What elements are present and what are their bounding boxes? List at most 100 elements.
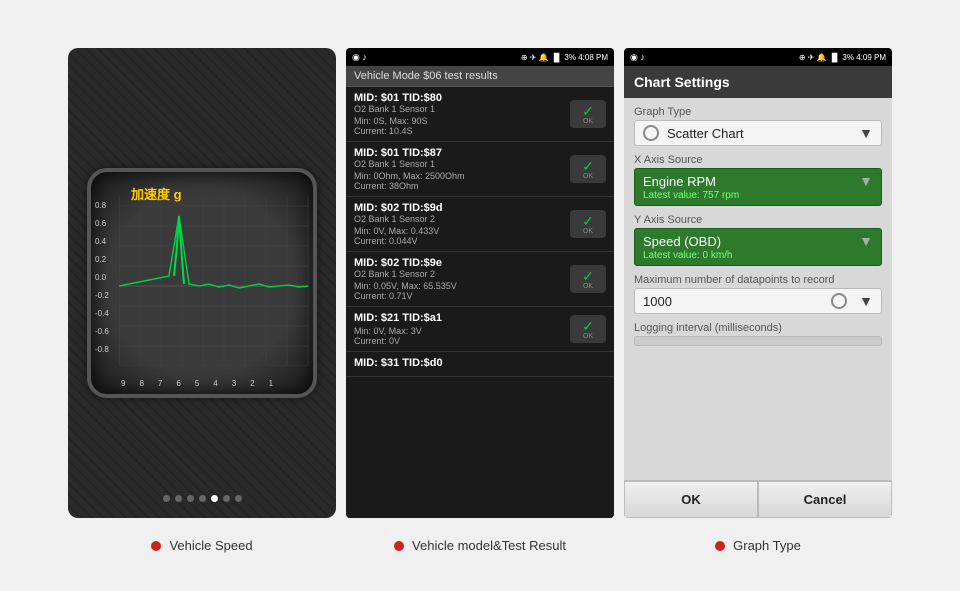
chart-svg — [119, 196, 309, 366]
test-item: MID: $21 TID:$a1 Min: 0V, Max: 3VCurrent… — [346, 307, 614, 352]
test-info: MID: $31 TID:$d0 — [354, 357, 606, 371]
caption-dot-1 — [151, 541, 161, 551]
y-label: 0.0 — [95, 269, 109, 287]
y-label: -0.2 — [95, 287, 109, 305]
y-axis-section: Y Axis Source Speed (OBD) ▼ Latest value… — [634, 214, 882, 266]
page-dot — [235, 495, 242, 502]
ok-badge: ✓ OK — [570, 315, 606, 343]
screen2-header: Vehicle Mode $06 test results — [346, 66, 614, 87]
test-info: MID: $02 TID:$9e O2 Bank 1 Sensor 2 Min:… — [354, 257, 564, 301]
ok-badge: ✓ OK — [570, 265, 606, 293]
ok-text: OK — [583, 228, 593, 235]
x-axis-arrow-icon: ▼ — [859, 173, 873, 189]
test-item: MID: $02 TID:$9e O2 Bank 1 Sensor 2 Min:… — [346, 252, 614, 307]
settings-footer: OK Cancel — [624, 480, 892, 518]
page-dot — [187, 495, 194, 502]
test-mid: MID: $31 TID:$d0 — [354, 357, 606, 369]
y-label: -0.8 — [95, 341, 109, 359]
test-item: MID: $02 TID:$9d O2 Bank 1 Sensor 2 Min:… — [346, 197, 614, 252]
graph-type-value: Scatter Chart — [667, 126, 744, 141]
graph-type-radio[interactable] — [643, 125, 659, 141]
test-results-screen: ◉ ♪ ⊕ ✈ 🔔 ▐▌ 3% 4:08 PM Vehicle Mode $06… — [346, 48, 614, 518]
test-item: MID: $01 TID:$80 O2 Bank 1 Sensor 1 Min:… — [346, 87, 614, 142]
x-axis-label: X Axis Source — [634, 154, 882, 166]
test-sensor: O2 Bank 1 Sensor 1 — [354, 159, 564, 169]
max-datapoints-value: 1000 — [643, 294, 672, 309]
settings-title: Chart Settings — [634, 74, 730, 90]
y-label: -0.6 — [95, 323, 109, 341]
graph-type-section: Graph Type Scatter Chart ▼ — [634, 106, 882, 146]
gauge-widget: 加速度 g 0.8 0.6 0.4 0.2 0.0 -0.2 -0.4 -0.6… — [87, 168, 317, 398]
test-info: MID: $01 TID:$80 O2 Bank 1 Sensor 1 Min:… — [354, 92, 564, 136]
test-mid: MID: $01 TID:$80 — [354, 92, 564, 104]
test-info: MID: $01 TID:$87 O2 Bank 1 Sensor 1 Min:… — [354, 147, 564, 191]
page-dot — [163, 495, 170, 502]
max-datapoints-label: Maximum number of datapoints to record — [634, 274, 882, 286]
dot-indicators — [163, 495, 242, 502]
y-label: 0.4 — [95, 233, 109, 251]
max-datapoints-arrow-icon: ▼ — [859, 293, 873, 309]
cancel-button[interactable]: Cancel — [758, 481, 892, 518]
caption-text-2: Vehicle model&Test Result — [412, 538, 566, 553]
x-label: 6 — [176, 379, 180, 388]
ok-check-icon: ✓ — [582, 159, 594, 173]
ok-badge: ✓ OK — [570, 155, 606, 183]
x-label: 9 — [121, 379, 125, 388]
x-axis-value: Engine RPM — [643, 174, 716, 189]
caption-item-3: Graph Type — [624, 538, 892, 553]
y-axis-labels: 0.8 0.6 0.4 0.2 0.0 -0.2 -0.4 -0.6 -0.8 — [95, 197, 109, 359]
x-label: 8 — [139, 379, 143, 388]
max-datapoints-dropdown[interactable]: 1000 ▼ — [634, 288, 882, 314]
x-label: 3 — [232, 379, 236, 388]
status-bar-right: ⊕ ✈ 🔔 ▐▌ 3% 4:08 PM — [521, 53, 608, 62]
graph-type-dropdown[interactable]: Scatter Chart ▼ — [634, 120, 882, 146]
ok-text: OK — [583, 283, 593, 290]
phone-frame-3: ◉ ♪ ⊕ ✈ 🔔 ▐▌ 3% 4:09 PM Chart Settings G… — [624, 48, 892, 518]
caption-item-1: Vehicle Speed — [68, 538, 336, 553]
x-axis-section: X Axis Source Engine RPM ▼ Latest value:… — [634, 154, 882, 206]
x-label: 5 — [195, 379, 199, 388]
ok-button[interactable]: OK — [624, 481, 758, 518]
x-axis-labels: 9 8 7 6 5 4 3 2 1 — [121, 379, 273, 388]
test-values: Min: 0S, Max: 90SCurrent: 10.4S — [354, 116, 564, 136]
status-bar-left: ◉ ♪ — [352, 52, 367, 63]
x-axis-dropdown[interactable]: Engine RPM ▼ Latest value: 757 rpm — [634, 168, 882, 206]
test-values: Min: 0V, Max: 3VCurrent: 0V — [354, 326, 564, 346]
page-dot — [175, 495, 182, 502]
test-values: Min: 0.05V, Max: 65.535VCurrent: 0.71V — [354, 281, 564, 301]
test-info: MID: $21 TID:$a1 Min: 0V, Max: 3VCurrent… — [354, 312, 564, 346]
page-dot-active — [211, 495, 218, 502]
x-label: 7 — [158, 379, 162, 388]
y-axis-dropdown[interactable]: Speed (OBD) ▼ Latest value: 0 km/h — [634, 228, 882, 266]
ok-text: OK — [583, 173, 593, 180]
y-axis-latest: Latest value: 0 km/h — [643, 250, 873, 261]
y-label: 0.2 — [95, 251, 109, 269]
page-dot — [199, 495, 206, 502]
test-mid: MID: $02 TID:$9d — [354, 202, 564, 214]
y-label: -0.4 — [95, 305, 109, 323]
caption-row: Vehicle Speed Vehicle model&Test Result … — [68, 538, 892, 553]
ok-text: OK — [583, 333, 593, 340]
caption-dot-3 — [715, 541, 725, 551]
caption-text-3: Graph Type — [733, 538, 801, 553]
y-axis-arrow-icon: ▼ — [859, 233, 873, 249]
y-label: 0.8 — [95, 197, 109, 215]
x-label: 1 — [269, 379, 273, 388]
logging-interval-input[interactable] — [634, 336, 882, 346]
test-item: MID: $31 TID:$d0 — [346, 352, 614, 377]
y-axis-label: Y Axis Source — [634, 214, 882, 226]
x-axis-latest: Latest value: 757 rpm — [643, 190, 873, 201]
x-label: 2 — [250, 379, 254, 388]
max-datapoints-section: Maximum number of datapoints to record 1… — [634, 274, 882, 314]
graph-type-label: Graph Type — [634, 106, 882, 118]
chart-settings-screen: ◉ ♪ ⊕ ✈ 🔔 ▐▌ 3% 4:09 PM Chart Settings G… — [624, 48, 892, 518]
vehicle-speed-screen: 加速度 g 0.8 0.6 0.4 0.2 0.0 -0.2 -0.4 -0.6… — [68, 48, 336, 518]
max-datapoints-radio[interactable] — [831, 293, 847, 309]
page-dot — [223, 495, 230, 502]
caption-text-1: Vehicle Speed — [169, 538, 252, 553]
graph-type-arrow-icon: ▼ — [859, 125, 873, 141]
x-label: 4 — [213, 379, 217, 388]
logging-interval-label: Logging interval (milliseconds) — [634, 322, 882, 334]
ok-check-icon: ✓ — [582, 104, 594, 118]
logging-interval-section: Logging interval (milliseconds) — [634, 322, 882, 346]
